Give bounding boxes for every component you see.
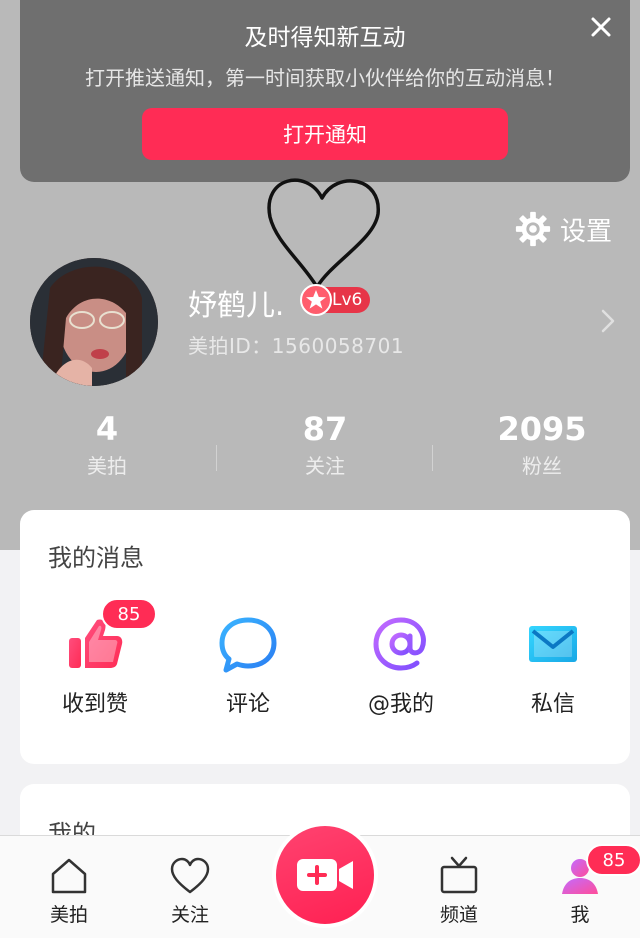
msg-item-label: 私信 [530,692,575,717]
comment-bubble-icon [219,617,277,673]
settings-label: 设置 [560,216,613,247]
at-sign-icon [373,617,426,671]
stat-divider [216,445,217,471]
settings-button[interactable]: 设置 [514,210,612,248]
likes-received-item[interactable]: 85 收到赞 [30,598,160,718]
nav-label: 频道 [439,904,478,926]
gear-icon [515,211,551,247]
heart-icon [170,857,210,894]
avatar[interactable] [30,258,158,386]
stat-following[interactable]: 87 关注 [225,410,425,479]
nav-item-home[interactable]: 美拍 [19,854,119,927]
stat-label: 关注 [305,454,345,478]
banner-description: 打开推送通知，第一时间获取小伙伴给你的互动消息！ [85,66,565,90]
me-notification-badge: 85 [586,844,640,876]
profile-name: 妤鹤儿. [188,288,285,322]
stat-value: 2095 [497,410,587,448]
nav-item-me[interactable]: 我 85 [530,844,640,927]
card-title: 我的消息 [48,544,144,572]
stat-posts[interactable]: 4 美拍 [7,410,207,479]
heart-doodle-icon [267,178,380,289]
stat-value: 4 [95,410,119,448]
mentions-item[interactable]: @我的 [336,614,466,718]
record-video-button[interactable] [272,822,378,928]
banner-title: 及时得知新互动 [244,25,406,51]
likes-count-badge: 85 [101,598,157,630]
user-id: 美拍ID：1560058701 [188,334,405,358]
nav-label: 美拍 [49,904,88,926]
avatar-portrait-image [30,258,158,386]
comments-item[interactable]: 评论 [183,614,313,718]
stat-followers[interactable]: 2095 粉丝 [442,410,640,479]
stat-value: 87 [302,410,348,448]
level-badge: Lv6 [300,284,371,316]
level-text: Lv6 [332,290,363,310]
msg-item-label: 收到赞 [61,692,128,717]
msg-item-label: 评论 [225,692,270,717]
envelope-icon [529,626,577,662]
open-notification-button[interactable]: 打开通知 [142,108,508,160]
chevron-right-icon[interactable] [600,308,616,334]
star-icon [300,284,332,316]
close-icon[interactable] [586,12,616,42]
video-camera-plus-icon [297,859,353,891]
my-messages-card: 我的消息 85 收到赞 评论 @我的 私信 [20,510,630,764]
private-messages-item[interactable]: 私信 [488,614,618,718]
nav-label: 我 [570,904,590,926]
push-notification-banner: 及时得知新互动 打开推送通知，第一时间获取小伙伴给你的互动消息！ 打开通知 [20,0,630,182]
home-icon [51,858,87,894]
nav-item-following[interactable]: 关注 [140,854,240,927]
nav-item-channels[interactable]: 频道 [409,854,509,927]
msg-item-label: @我的 [367,692,434,717]
stat-label: 粉丝 [522,454,562,478]
stat-divider [432,445,433,471]
tv-icon [440,856,478,894]
stat-label: 美拍 [87,454,127,478]
nav-label: 关注 [170,904,209,926]
